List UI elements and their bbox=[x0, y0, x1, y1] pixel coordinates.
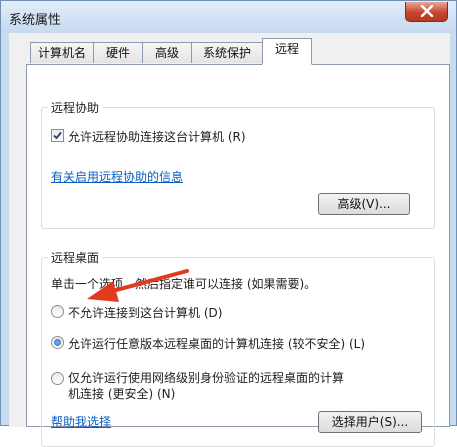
tab-remote[interactable]: 远程 bbox=[262, 38, 312, 65]
tab-label: 远程 bbox=[274, 42, 299, 56]
radio-dont-allow[interactable] bbox=[51, 305, 64, 318]
tab-label: 系统保护 bbox=[202, 46, 251, 60]
dialog-client-area: 计算机名 硬件 高级 系统保护 远程 远程协助 允许远程协助连接这台计算机 (R… bbox=[9, 33, 450, 447]
tab-computer-name[interactable]: 计算机名 bbox=[30, 42, 94, 63]
help-me-choose-link[interactable]: 帮助我选择 bbox=[51, 413, 111, 430]
radio-allow-any-version-label[interactable]: 允许运行任意版本远程桌面的计算机连接 (较不安全) (L) bbox=[68, 335, 365, 352]
select-users-button-label: 选择用户(S)... bbox=[331, 415, 409, 429]
tab-label: 硬件 bbox=[105, 46, 130, 60]
tab-hardware[interactable]: 硬件 bbox=[93, 42, 143, 63]
remote-assistance-group-title: 远程协助 bbox=[48, 99, 103, 116]
select-users-button[interactable]: 选择用户(S)... bbox=[318, 411, 422, 433]
close-icon bbox=[420, 5, 434, 17]
tab-advanced[interactable]: 高级 bbox=[142, 42, 192, 63]
tab-system-protection[interactable]: 系统保护 bbox=[191, 42, 263, 63]
allow-remote-assistance-checkbox[interactable] bbox=[51, 129, 64, 142]
remote-assistance-info-link[interactable]: 有关启用远程协助的信息 bbox=[51, 168, 183, 185]
remote-desktop-instruction: 单击一个选项，然后指定谁可以连接 (如果需要)。 bbox=[51, 277, 317, 291]
allow-remote-assistance-label[interactable]: 允许远程协助连接这台计算机 (R) bbox=[68, 128, 246, 145]
remote-desktop-group-title: 远程桌面 bbox=[48, 249, 103, 266]
advanced-button-label: 高级(V)... bbox=[337, 197, 391, 211]
close-button[interactable] bbox=[405, 2, 448, 22]
window-title: 系统属性 bbox=[9, 13, 62, 28]
radio-allow-any-version[interactable] bbox=[51, 336, 64, 349]
tab-label: 计算机名 bbox=[37, 46, 86, 60]
tab-label: 高级 bbox=[154, 46, 179, 60]
advanced-button[interactable]: 高级(V)... bbox=[318, 193, 410, 215]
system-properties-window: 系统属性 计算机名 硬件 高级 系统保护 远程 远程协助 允许远程协助连接这台计… bbox=[0, 0, 457, 447]
radio-allow-nla-only-label-line1[interactable]: 仅允许运行使用网络级别身份验证的远程桌面的计算 bbox=[68, 369, 344, 386]
remote-tab-panel: 远程协助 允许远程协助连接这台计算机 (R) 有关启用远程协助的信息 高级(V)… bbox=[26, 64, 450, 447]
checkmark-icon bbox=[53, 131, 62, 140]
radio-dont-allow-label[interactable]: 不允许连接到这台计算机 (D) bbox=[68, 304, 222, 321]
radio-allow-nla-only-label-line2[interactable]: 机连接 (更安全) (N) bbox=[68, 385, 175, 402]
radio-allow-nla-only[interactable] bbox=[51, 372, 64, 385]
title-bar[interactable]: 系统属性 bbox=[1, 1, 456, 33]
